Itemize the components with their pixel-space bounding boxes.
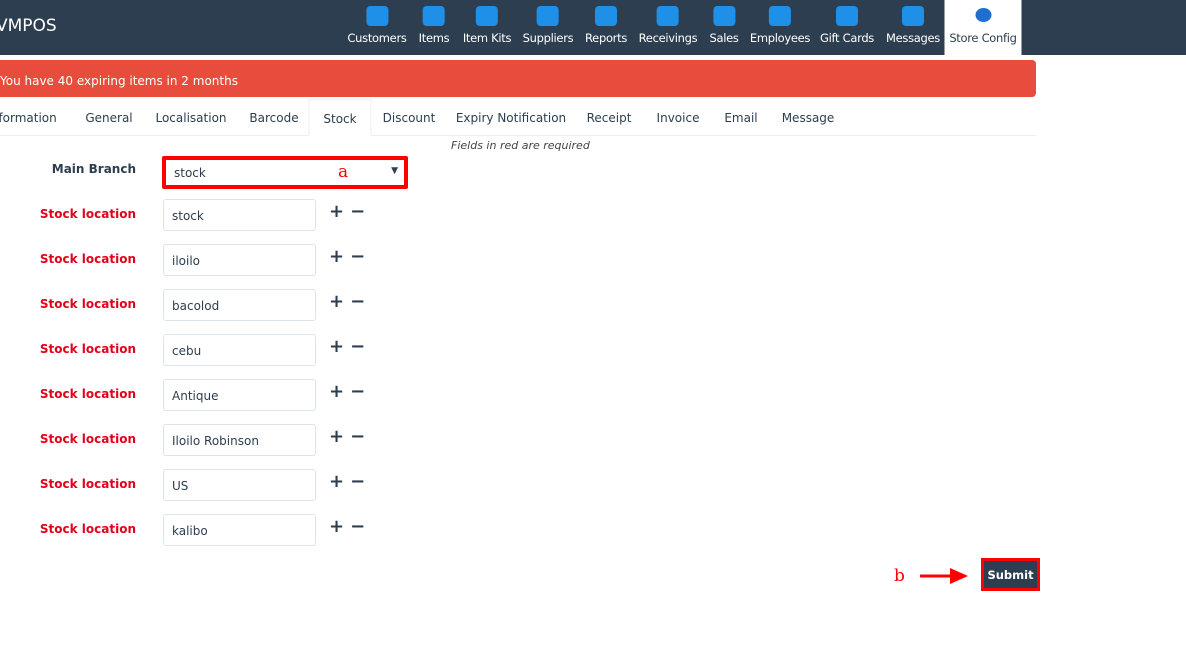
gears-icon <box>975 8 991 22</box>
expiry-alert: You have 40 expiring items in 2 months <box>0 60 1036 97</box>
report-icon <box>594 6 617 26</box>
tab-expiry-notification[interactable]: Expiry Notification <box>456 99 566 136</box>
tab-email[interactable]: Email <box>724 99 757 136</box>
nav-messages[interactable]: Messages <box>886 0 940 55</box>
config-tabs: Information General Localisation Barcode Sto… <box>0 99 1036 136</box>
minus-icon[interactable]: − <box>350 471 371 492</box>
minus-icon[interactable]: − <box>350 426 371 447</box>
tab-stock[interactable]: Stock <box>308 99 372 136</box>
top-navbar: VMPOS Customers Items Item Kits Suppliers Re… <box>0 0 1186 55</box>
stock-location-input[interactable]: kalibo <box>163 514 316 546</box>
plus-icon[interactable]: + <box>329 381 350 402</box>
annotation-a: a <box>338 162 349 182</box>
plus-icon[interactable]: + <box>329 426 350 447</box>
nav-label: Messages <box>886 31 940 45</box>
tab-invoice[interactable]: Invoice <box>657 99 700 136</box>
stock-location-input[interactable]: cebu <box>163 334 316 366</box>
stock-location-label: Stock location <box>39 297 136 311</box>
basket-icon <box>422 6 445 26</box>
plus-icon[interactable]: + <box>329 336 350 357</box>
minus-icon[interactable]: − <box>350 336 371 357</box>
plus-icon[interactable]: + <box>329 516 350 537</box>
bag-icon <box>476 6 498 26</box>
minus-icon[interactable]: − <box>350 291 371 312</box>
stock-location-input[interactable]: iloilo <box>163 244 316 276</box>
stock-location-label: Stock location <box>39 342 136 356</box>
stock-location-label: Stock location <box>39 522 136 536</box>
minus-icon[interactable]: − <box>350 201 371 222</box>
nav-label: Store Config <box>949 31 1017 45</box>
nav-items[interactable]: Items <box>419 0 450 55</box>
nav-label: Reports <box>584 31 628 45</box>
required-note: Fields in red are required <box>451 139 590 152</box>
plus-icon[interactable]: + <box>329 471 350 492</box>
tab-localisation[interactable]: Localisation <box>155 99 226 136</box>
nav-label: Receivings <box>638 31 698 45</box>
main-branch-select[interactable]: stock ▼ <box>162 156 408 189</box>
stock-location-label: Stock location <box>39 432 136 446</box>
arrow-icon <box>920 568 968 584</box>
tab-information[interactable]: Information <box>0 99 57 136</box>
nav-sales[interactable]: Sales <box>709 0 739 55</box>
plus-icon[interactable]: + <box>329 246 350 267</box>
nav-gift-cards[interactable]: Gift Cards <box>820 0 874 55</box>
tab-barcode[interactable]: Barcode <box>249 99 298 136</box>
caret-down-icon: ▼ <box>391 166 398 176</box>
stock-location-input[interactable]: stock <box>163 199 316 231</box>
tab-message[interactable]: Message <box>782 99 835 136</box>
nav-label: Gift Cards <box>819 31 875 45</box>
nav-label: Sales <box>709 31 739 45</box>
stock-location-input[interactable]: bacolod <box>163 289 316 321</box>
stock-location-input[interactable]: Antique <box>163 379 316 411</box>
nav-receivings[interactable]: Receivings <box>639 0 698 55</box>
tab-receipt[interactable]: Receipt <box>587 99 632 136</box>
nav-customers[interactable]: Customers <box>347 0 407 55</box>
tab-discount[interactable]: Discount <box>383 99 436 136</box>
stock-location-label: Stock location <box>39 477 136 491</box>
minus-icon[interactable]: − <box>350 246 371 267</box>
gift-card-icon <box>835 6 858 26</box>
cart-icon <box>712 6 735 26</box>
stock-location-input[interactable]: US <box>163 469 316 501</box>
tab-general[interactable]: General <box>85 99 132 136</box>
stock-location-label: Stock location <box>39 387 136 401</box>
nav-suppliers[interactable]: Suppliers <box>523 0 574 55</box>
minus-icon[interactable]: − <box>350 516 371 537</box>
main-branch-value: stock <box>174 166 206 180</box>
nav-label: Item Kits <box>462 31 512 45</box>
warehouse-icon <box>537 6 559 26</box>
nav-label: Items <box>418 31 450 45</box>
annotation-b: b <box>894 566 905 586</box>
nav-label: Employees <box>749 31 811 45</box>
nav-reports[interactable]: Reports <box>585 0 627 55</box>
stock-location-label: Stock location <box>39 207 136 221</box>
nav-employees[interactable]: Employees <box>750 0 810 55</box>
stock-location-input[interactable]: Iloilo Robinson <box>163 424 316 456</box>
submit-button[interactable]: Submit <box>981 558 1040 591</box>
receiving-icon <box>656 6 679 26</box>
brand-logo[interactable]: VMPOS <box>0 16 57 36</box>
main-branch-label: Main Branch <box>51 162 136 176</box>
envelope-icon <box>902 6 924 26</box>
plus-icon[interactable]: + <box>329 291 350 312</box>
nav-item-kits[interactable]: Item Kits <box>463 0 511 55</box>
nav-label: Customers <box>347 31 407 45</box>
plus-icon[interactable]: + <box>329 201 350 222</box>
nav-label: Suppliers <box>522 31 574 45</box>
stock-location-label: Stock location <box>39 252 136 266</box>
minus-icon[interactable]: − <box>350 381 371 402</box>
customers-icon <box>366 6 388 26</box>
employees-icon <box>769 6 791 26</box>
nav-store-config[interactable]: Store Config <box>944 0 1022 55</box>
